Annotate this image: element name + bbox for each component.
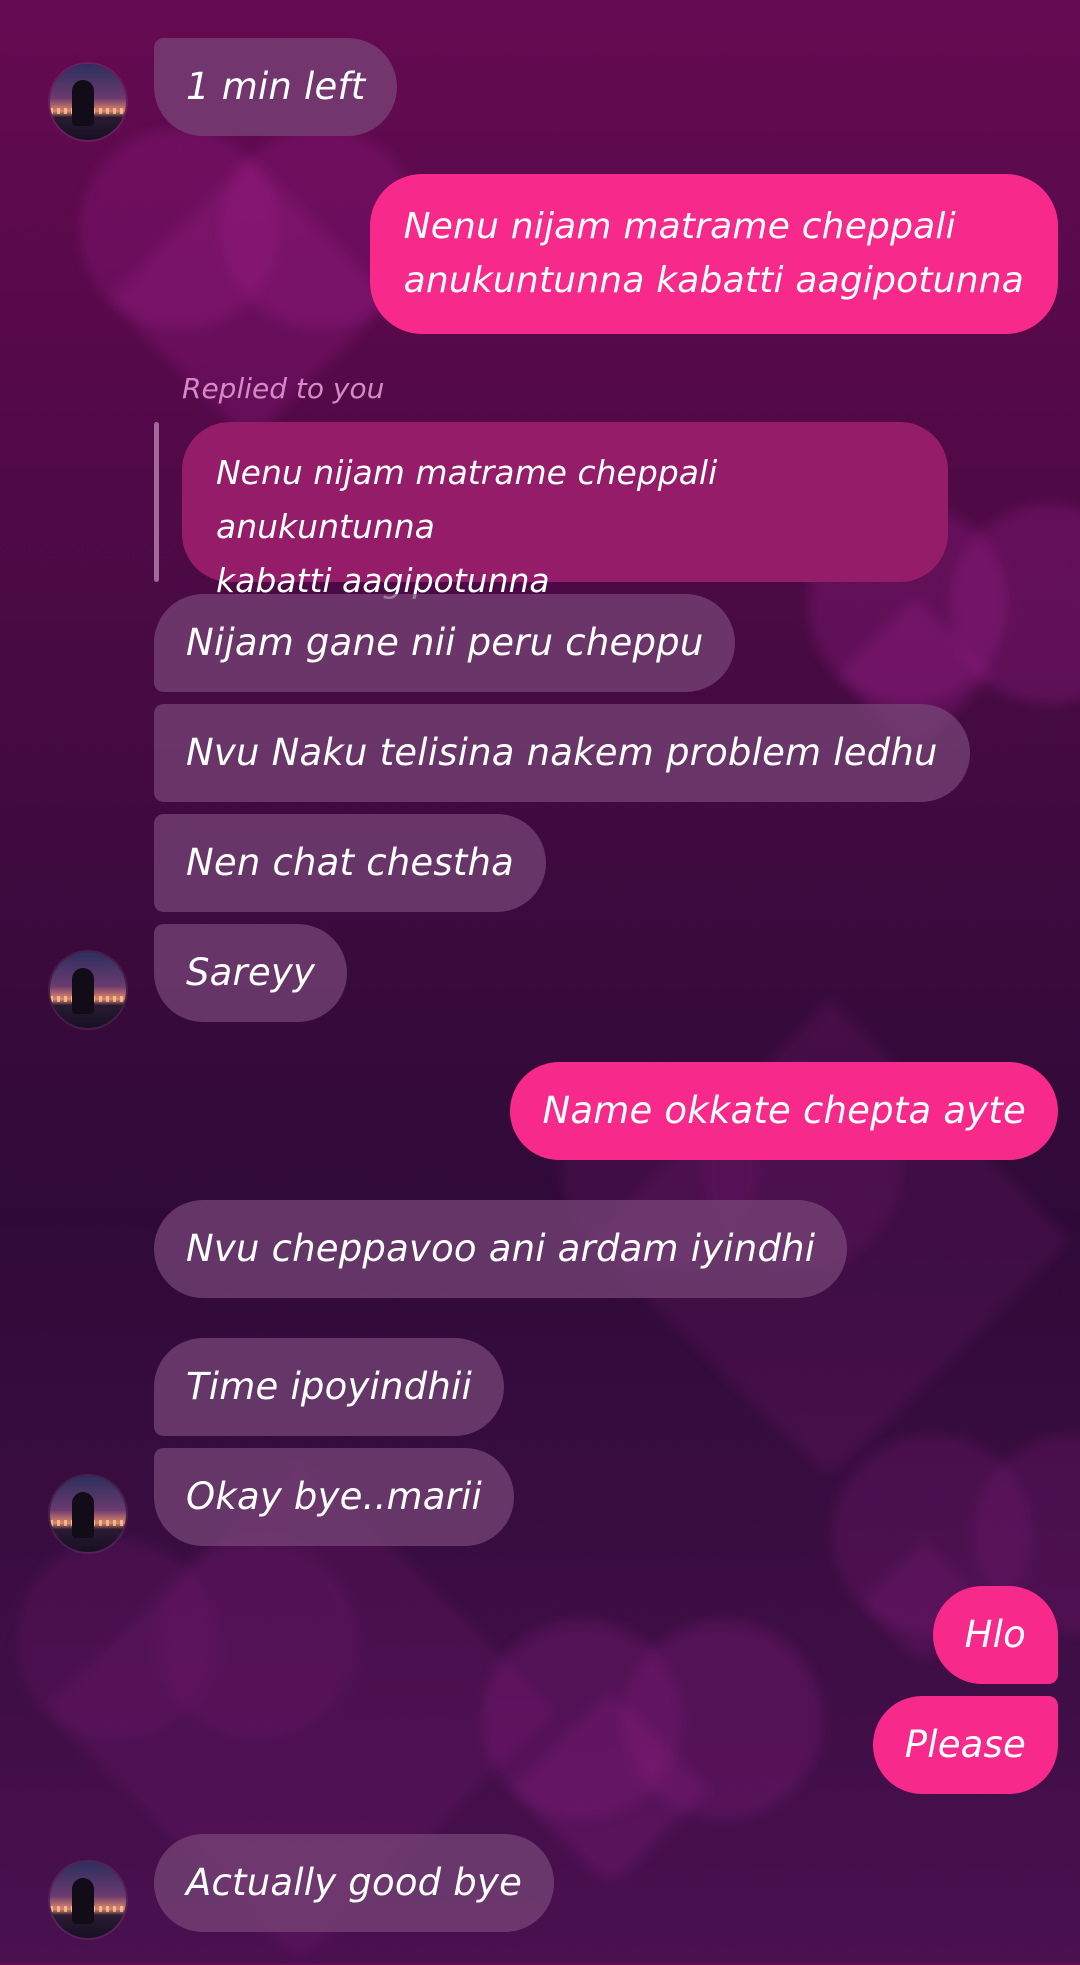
- contact-avatar[interactable]: [50, 1862, 126, 1938]
- quoted-message[interactable]: Nenu nijam matrame cheppali anukuntunna …: [182, 422, 948, 600]
- message-line: anukuntunna kabatti aagipotunna: [403, 260, 1024, 301]
- message-incoming[interactable]: Nvu Naku telisina nakem problem ledhu: [154, 704, 970, 802]
- message-incoming[interactable]: Nvu cheppavoo ani ardam iyindhi: [154, 1200, 848, 1298]
- quoted-line: Nenu nijam matrame cheppali anukuntunna: [216, 453, 718, 546]
- message-outgoing[interactable]: Name okkate chepta ayte: [510, 1062, 1058, 1160]
- contact-avatar[interactable]: [50, 64, 126, 140]
- message-incoming[interactable]: Okay bye..marii: [154, 1448, 515, 1546]
- message-outgoing[interactable]: Nenu nijam matrame cheppali anukuntunna …: [369, 174, 1058, 334]
- message-incoming[interactable]: Nen chat chestha: [154, 814, 547, 912]
- message-outgoing[interactable]: Hlo: [932, 1586, 1058, 1684]
- replied-to-you-label: Replied to you: [182, 372, 385, 405]
- contact-avatar[interactable]: [50, 1476, 126, 1552]
- contact-avatar[interactable]: [50, 952, 126, 1028]
- reply-indicator-bar: [154, 422, 159, 582]
- message-incoming[interactable]: Nijam gane nii peru cheppu: [154, 594, 736, 692]
- message-incoming[interactable]: Time ipoyindhii: [154, 1338, 504, 1436]
- message-incoming[interactable]: Actually good bye: [154, 1834, 555, 1932]
- message-outgoing[interactable]: Please: [872, 1696, 1058, 1794]
- message-line: Nenu nijam matrame cheppali: [403, 206, 956, 247]
- message-incoming[interactable]: 1 min left: [154, 38, 398, 136]
- message-incoming[interactable]: Sareyy: [154, 924, 348, 1022]
